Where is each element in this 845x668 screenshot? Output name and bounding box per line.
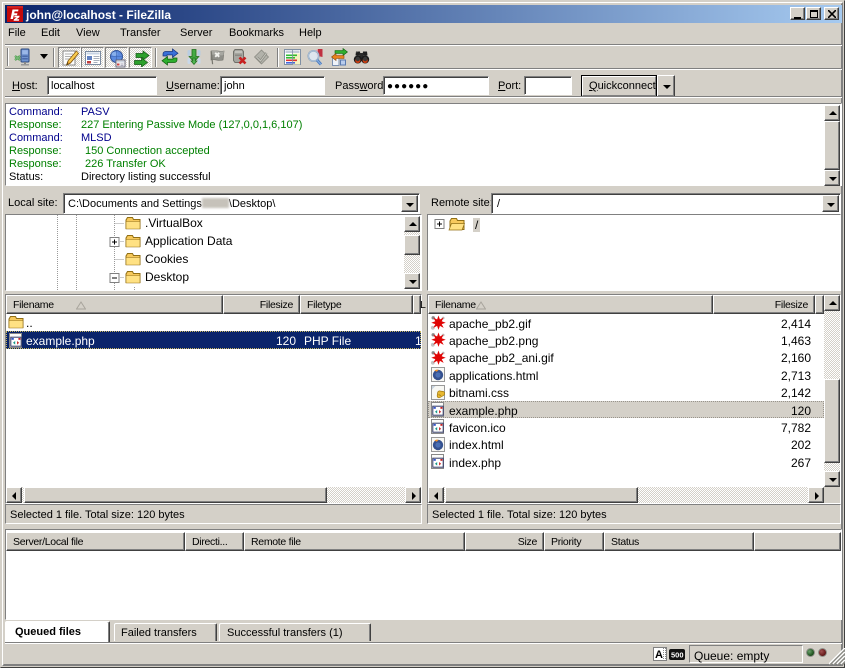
svg-text:A: A — [655, 649, 663, 661]
svg-text:500: 500 — [671, 651, 684, 660]
